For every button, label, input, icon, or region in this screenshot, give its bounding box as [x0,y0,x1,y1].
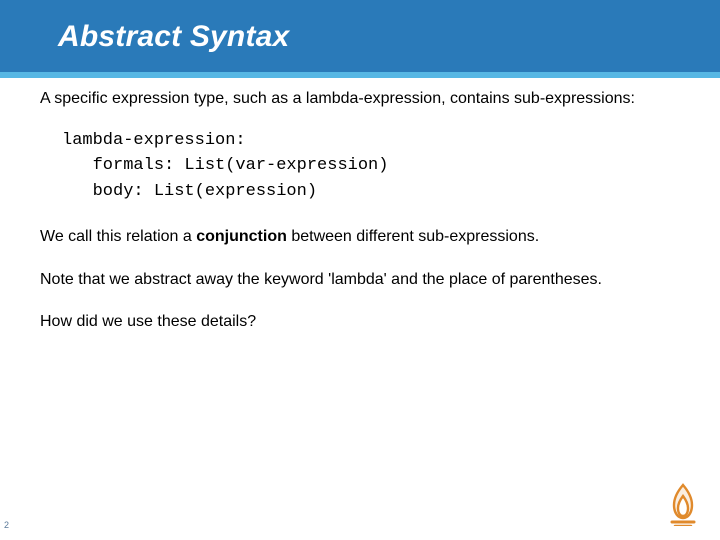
intro-paragraph: A specific expression type, such as a la… [40,88,680,110]
code-block: lambda-expression: formals: List(var-exp… [62,128,680,205]
relation-paragraph: We call this relation a conjunction betw… [40,226,680,248]
slide-title: Abstract Syntax [58,20,289,54]
text-fragment: We call this relation a [40,228,196,245]
slide: Abstract Syntax A specific expression ty… [0,0,720,540]
code-line: lambda-expression: [62,131,246,150]
page-number: 2 [4,520,9,530]
note-paragraph: Note that we abstract away the keyword '… [40,266,680,293]
logo-icon [666,482,700,526]
code-line: formals: List(var-expression) [62,156,388,175]
code-line: body: List(expression) [62,182,317,201]
bold-term: conjunction [196,228,287,245]
content-area: A specific expression type, such as a la… [40,88,680,350]
text-fragment: between different sub-expressions. [287,228,539,245]
title-underline [0,72,720,78]
question-paragraph: How did we use these details? [40,311,680,333]
